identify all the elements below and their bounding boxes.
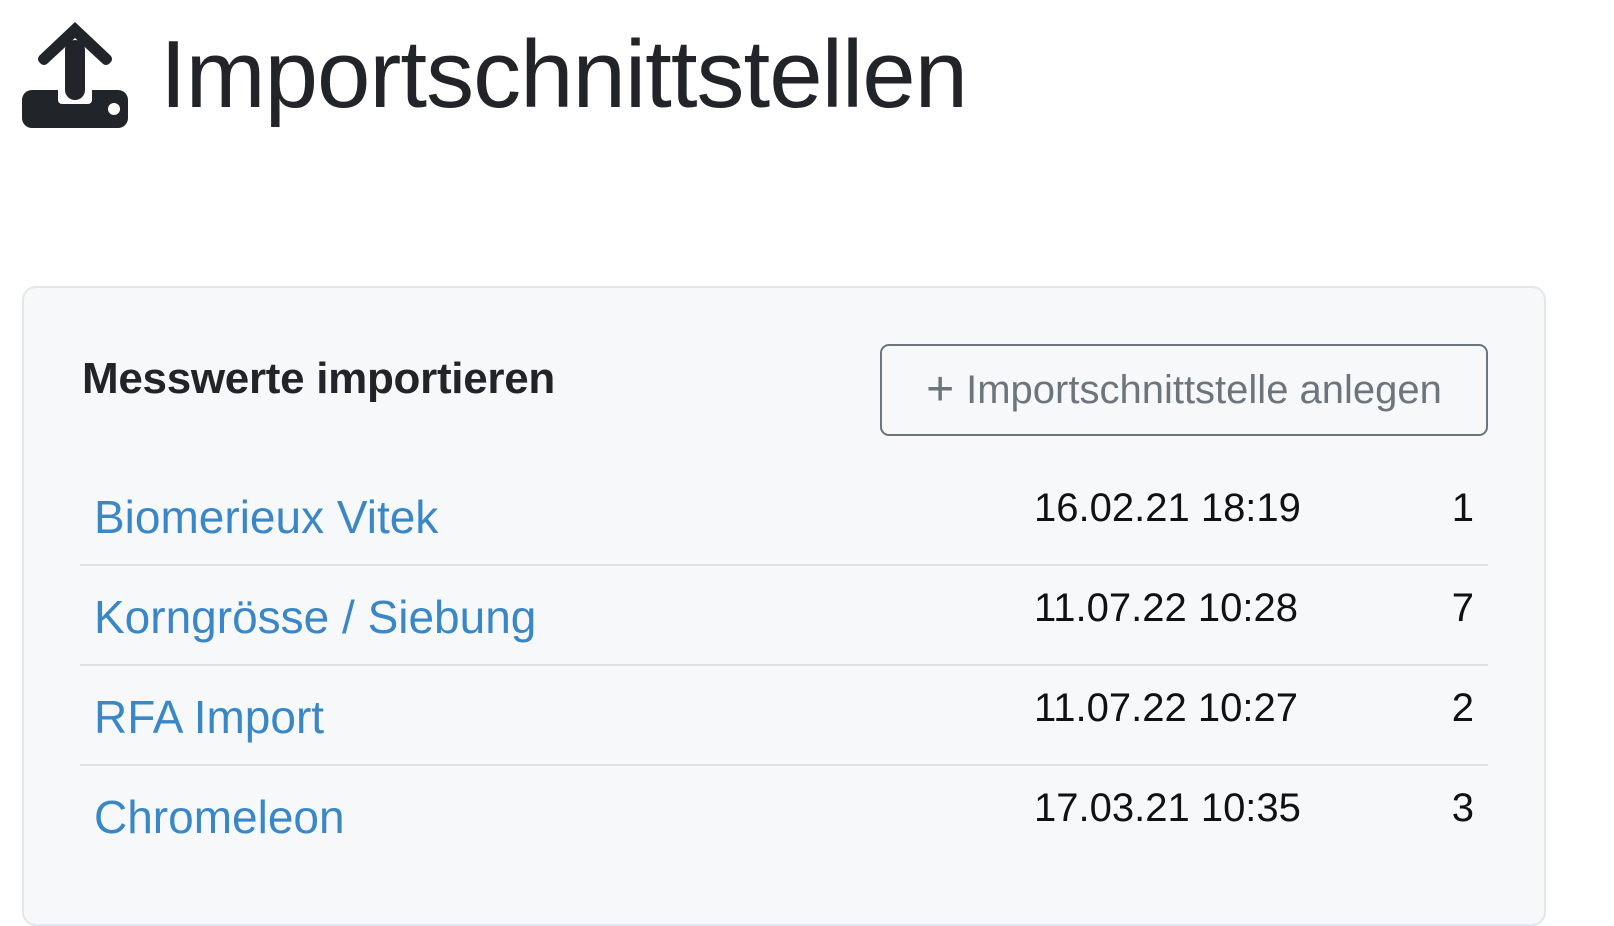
list-item: Korngrösse / Siebung 11.07.22 10:28 7 [80,566,1488,666]
add-button-label: Importschnittstelle anlegen [966,367,1442,412]
import-count: 1 [1451,486,1474,530]
plus-icon: + [926,363,955,416]
upload-icon [22,22,128,128]
import-date: 17.03.21 10:35 [1034,786,1301,830]
list-item: RFA Import 11.07.22 10:27 2 [80,666,1488,766]
page-header: Importschnittstellen [22,10,968,140]
list-item: Chromeleon 17.03.21 10:35 3 [80,766,1488,866]
import-count: 2 [1451,686,1474,730]
import-date: 11.07.22 10:28 [1034,586,1298,630]
page-title: Importschnittstellen [160,21,968,128]
import-count: 3 [1451,786,1474,830]
import-link[interactable]: RFA Import [94,690,324,744]
import-date: 11.07.22 10:27 [1034,686,1298,730]
card-header: Messwerte importieren + Importschnittste… [82,344,1488,440]
import-link[interactable]: Biomerieux Vitek [94,490,438,544]
import-count: 7 [1451,586,1474,630]
import-link[interactable]: Korngrösse / Siebung [94,590,536,644]
card-title: Messwerte importieren [82,354,555,403]
import-link[interactable]: Chromeleon [94,790,345,844]
list-item: Biomerieux Vitek 16.02.21 18:19 1 [80,466,1488,566]
import-date: 16.02.21 18:19 [1034,486,1301,530]
import-card: Messwerte importieren + Importschnittste… [22,286,1546,926]
import-list: Biomerieux Vitek 16.02.21 18:19 1 Korngr… [80,466,1488,866]
add-import-interface-button[interactable]: + Importschnittstelle anlegen [880,344,1488,436]
